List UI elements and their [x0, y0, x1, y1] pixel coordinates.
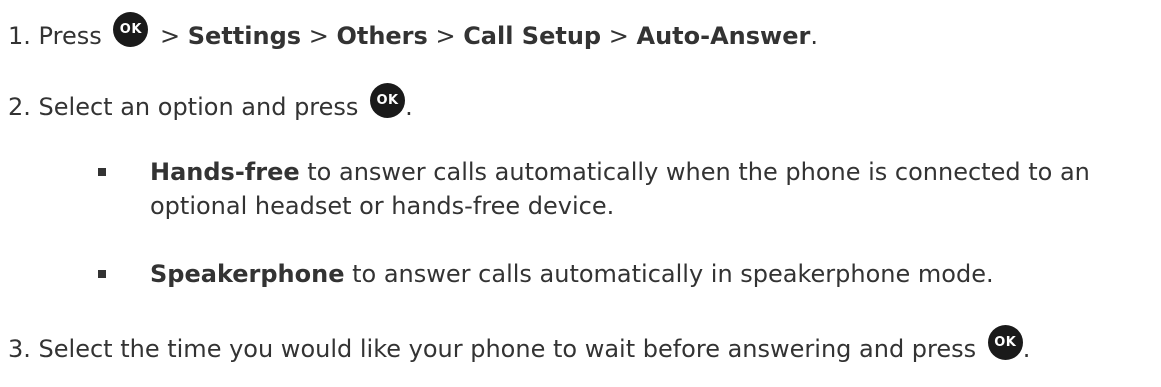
bullet-marker: [98, 270, 106, 278]
step-text: Select an option and press: [38, 92, 359, 121]
step-text: Select the time you would like your phon…: [38, 334, 977, 363]
menu-path-call-setup: Call Setup: [463, 21, 602, 50]
menu-path-auto-answer: Auto-Answer: [636, 21, 811, 50]
path-separator: >: [435, 21, 456, 50]
period: .: [810, 21, 818, 50]
step-number: 1.: [8, 21, 31, 50]
step-3: 3. Select the time you would like your p…: [8, 325, 1031, 366]
path-separator: >: [160, 21, 181, 50]
period: .: [1022, 334, 1031, 363]
menu-path-settings: Settings: [187, 21, 302, 50]
step-2: 2. Select an option and press OK.: [8, 83, 413, 124]
ok-button-icon: OK: [370, 83, 406, 118]
step-number: 3.: [8, 334, 31, 363]
step-text: Press: [38, 21, 102, 50]
ok-button-icon: OK: [113, 12, 149, 47]
menu-path-others: Others: [336, 21, 428, 50]
path-separator: >: [308, 21, 329, 50]
option-hands-free: Hands-free to answer calls automatically…: [150, 155, 1150, 223]
path-separator: >: [608, 21, 629, 50]
step-number: 2.: [8, 92, 31, 121]
step-1: 1. Press OK > Settings > Others > Call S…: [8, 12, 818, 53]
ok-button-icon: OK: [987, 325, 1023, 360]
option-speakerphone: Speakerphone to answer calls automatical…: [150, 257, 1150, 291]
bullet-marker: [98, 168, 106, 176]
option-label: Speakerphone: [150, 260, 345, 288]
option-label: Hands-free: [150, 158, 300, 186]
option-description: to answer calls automatically in speaker…: [352, 260, 994, 288]
period: .: [405, 92, 413, 121]
